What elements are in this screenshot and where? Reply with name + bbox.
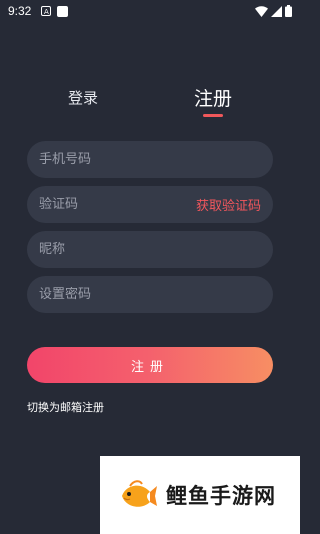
phone-input[interactable] (39, 152, 261, 167)
password-input[interactable] (39, 287, 261, 302)
fish-logo-icon (122, 480, 157, 507)
status-icons (255, 5, 292, 17)
verification-code-input[interactable] (39, 197, 196, 212)
auth-tabs: 登录 注册 (0, 82, 300, 122)
get-code-button[interactable]: 获取验证码 (196, 195, 261, 214)
notification-icon: A (41, 6, 52, 16)
phone-field (27, 141, 273, 178)
verification-code-field: 获取验证码 (27, 186, 273, 223)
register-button[interactable]: 注册 (27, 347, 273, 383)
wifi-icon (255, 5, 268, 17)
watermark: 鲤鱼手游网 (100, 456, 300, 534)
watermark-text: 鲤鱼手游网 (166, 484, 276, 508)
tab-login[interactable]: 登录 (68, 87, 98, 108)
active-tab-indicator (203, 114, 223, 117)
status-bar: 9:32 A (0, 0, 300, 22)
switch-to-email-link[interactable]: 切换为邮箱注册 (27, 399, 104, 415)
nickname-input[interactable] (39, 242, 261, 257)
nickname-field (27, 231, 273, 268)
status-time: 9:32 (8, 4, 32, 18)
battery-icon (285, 5, 292, 17)
tab-register[interactable]: 注册 (194, 84, 232, 111)
app-notification-icon (57, 5, 69, 17)
password-field (27, 276, 273, 313)
signal-icon (271, 5, 282, 17)
